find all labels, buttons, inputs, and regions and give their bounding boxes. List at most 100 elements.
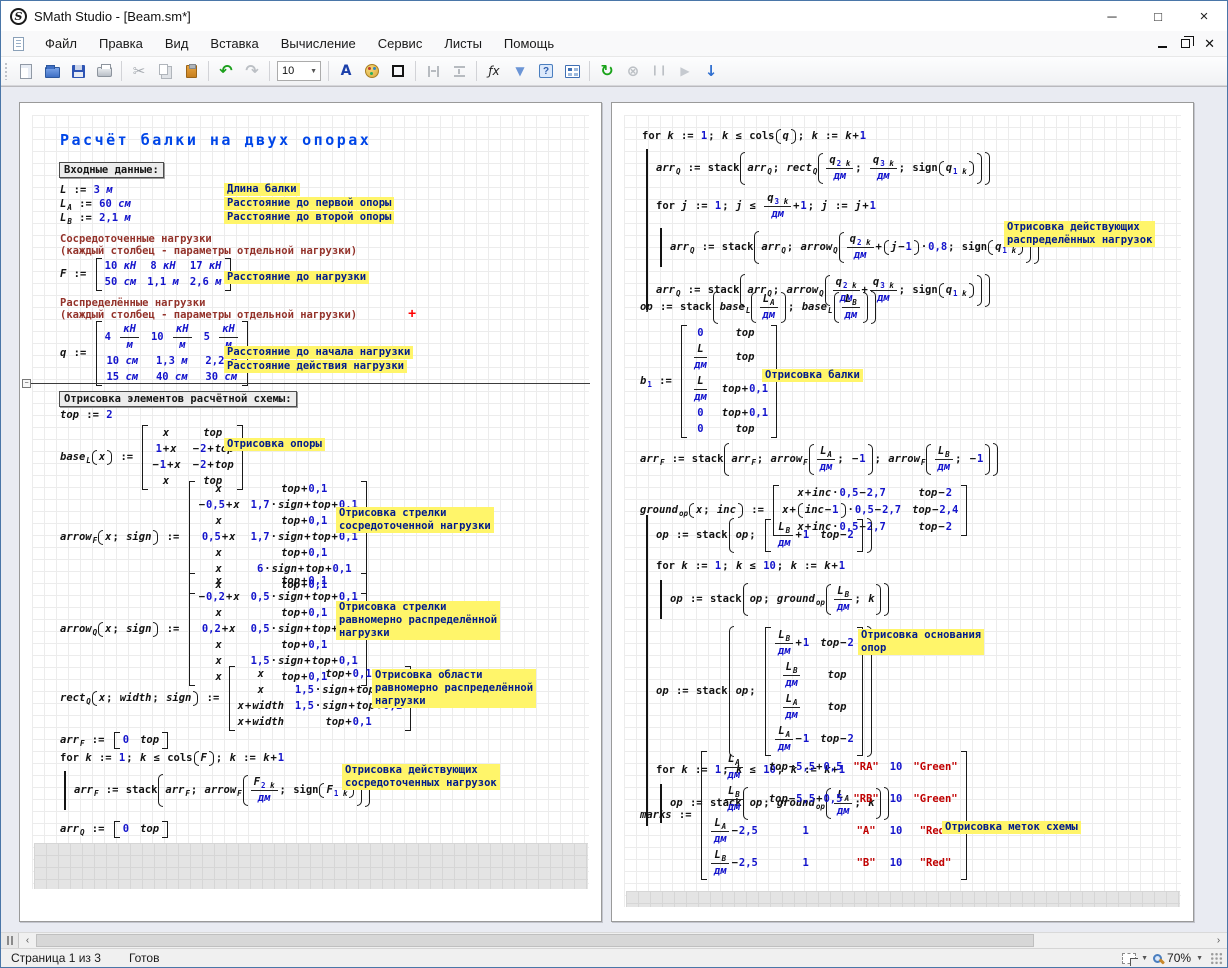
comment-region[interactable]: Отрисовка балки: [762, 369, 863, 382]
menu-item-6[interactable]: Листы: [433, 32, 493, 56]
worksheet-area[interactable]: Расчёт балки на двух опорах Входные данны…: [1, 86, 1227, 932]
align-h-button[interactable]: [421, 59, 445, 83]
comment-region[interactable]: Отрисовка областиравномерно распределённ…: [372, 669, 536, 708]
math-region[interactable]: LB := 2,1 м: [60, 212, 131, 225]
math-region[interactable]: LA := 60 см: [60, 198, 131, 211]
open-button[interactable]: [40, 59, 64, 83]
play-button[interactable]: ▶: [673, 59, 697, 83]
paste-button[interactable]: [179, 59, 203, 83]
math-region[interactable]: marks := LAдмtop−5,5+0,5"RA"10"Green"LBд…: [640, 751, 969, 880]
scrollbar-track[interactable]: [36, 933, 1210, 948]
text-region[interactable]: Распределённые нагрузки(каждый столбец -…: [60, 297, 357, 321]
filter-icon: ▼: [515, 65, 524, 77]
scrollbar-thumb[interactable]: [36, 934, 1034, 947]
mdi-restore-icon[interactable]: [1181, 39, 1190, 48]
page-layout-icon[interactable]: [1122, 953, 1136, 964]
background-button[interactable]: [360, 59, 384, 83]
comment-region[interactable]: Расстояние действия нагрузки: [224, 360, 407, 373]
math-region[interactable]: arrF := stackarrF; arrowFLAдм; −1; arrow…: [640, 443, 999, 476]
close-button[interactable]: ×: [1181, 1, 1227, 31]
zoom-icon[interactable]: [1153, 954, 1162, 963]
menu-item-2[interactable]: Вид: [154, 32, 200, 56]
layout-dropdown-icon[interactable]: ▼: [1141, 955, 1148, 962]
resize-grip[interactable]: [1210, 952, 1223, 965]
title-bar: S SMath Studio - [Beam.sm*] ─ □ ×: [1, 1, 1227, 31]
undo-button[interactable]: ↶: [214, 59, 238, 83]
text-region[interactable]: Сосредоточенные нагрузки(каждый столбец …: [60, 233, 357, 257]
math-region[interactable]: op := stackbaseLLAдм; baseLLBдм: [640, 291, 877, 324]
menu-item-5[interactable]: Сервис: [367, 32, 434, 56]
scroll-right-icon[interactable]: ›: [1210, 933, 1227, 948]
comment-region[interactable]: Отрисовка основанияопор: [858, 629, 984, 655]
doc-title-region[interactable]: Расчёт балки на двух опорах: [60, 131, 371, 149]
menu-item-3[interactable]: Вставка: [199, 32, 269, 56]
comment-region[interactable]: Расстояние до начала нагрузки: [224, 346, 413, 359]
collapse-toggle-icon[interactable]: −: [22, 379, 31, 388]
function-icon: ƒx: [488, 65, 499, 77]
math-region[interactable]: q := 4 кНм10 кНм5 кНм10 см1,3 м2,2 м15 с…: [60, 321, 250, 386]
font-size-combo[interactable]: 10▼: [277, 61, 321, 81]
redo-button[interactable]: ↷: [240, 59, 264, 83]
border-button[interactable]: [386, 59, 410, 83]
status-text: Готов: [129, 951, 160, 965]
menu-item-7[interactable]: Помощь: [493, 32, 565, 56]
font-color-button[interactable]: A: [334, 59, 358, 83]
mdi-minimize-icon[interactable]: [1158, 40, 1167, 48]
comment-region[interactable]: Расстояние до нагрузки: [224, 271, 369, 284]
font-size-value[interactable]: 10: [278, 65, 310, 77]
redo-icon: ↷: [245, 63, 258, 79]
comment-region[interactable]: Отрисовка стрелкисосредоточенной нагрузк…: [336, 507, 494, 533]
undo-icon: ↶: [219, 63, 232, 79]
new-button[interactable]: [14, 59, 38, 83]
math-region[interactable]: top := 2: [60, 409, 113, 422]
horizontal-scrollbar[interactable]: ‹ ›: [1, 932, 1227, 948]
page-2[interactable]: for k := 1; k ≤ colsq; k := k+1arrQ := s…: [611, 102, 1194, 922]
zoom-level[interactable]: 70%: [1167, 951, 1191, 965]
function-button[interactable]: ƒx: [482, 59, 506, 83]
mdi-close-icon[interactable]: ✕: [1204, 39, 1215, 49]
comment-region[interactable]: Расстояние до первой опоры: [224, 197, 394, 210]
page-footer-band: [626, 891, 1180, 907]
filter-button[interactable]: ▼: [508, 59, 532, 83]
comment-region[interactable]: Расстояние до второй опоры: [224, 211, 394, 224]
recalc-button[interactable]: ↻: [595, 59, 619, 83]
comment-region[interactable]: Длина балки: [224, 183, 300, 196]
update-button[interactable]: ↓: [699, 59, 723, 83]
menu-item-4[interactable]: Вычисление: [270, 32, 367, 56]
math-region[interactable]: arrQ := 0top: [60, 821, 170, 838]
math-region[interactable]: F := 10 кН8 кН17 кН50 см1,1 м2,6 м: [60, 258, 233, 291]
math-region[interactable]: L := 3 м: [60, 184, 113, 197]
cut-button[interactable]: ✂: [127, 59, 151, 83]
section-label[interactable]: Входные данные:: [59, 162, 164, 178]
comment-region[interactable]: Отрисовка действующихраспределённых нагр…: [1004, 221, 1155, 247]
math-region[interactable]: for k := 1; k ≤ colsq; k := k+1arrQ := s…: [642, 129, 1040, 310]
help-button[interactable]: ?: [534, 59, 558, 83]
scroll-left-icon[interactable]: ‹: [19, 933, 36, 948]
pause-button[interactable]: ❙❙: [647, 59, 671, 83]
math-region[interactable]: rectQx; width; sign := xtop+0,1x1,5·sign…: [60, 666, 413, 731]
stop-button[interactable]: ⊗: [621, 59, 645, 83]
math-region[interactable]: arrF := 0top: [60, 732, 170, 749]
insert-cursor: +: [408, 308, 416, 318]
align-v-button[interactable]: [447, 59, 471, 83]
save-button[interactable]: [66, 59, 90, 83]
section-label[interactable]: Отрисовка элементов расчётной схемы:: [59, 391, 297, 407]
comment-region[interactable]: Отрисовка опоры: [224, 438, 325, 451]
pane-splitter-icon[interactable]: [1, 933, 19, 948]
options-button[interactable]: [560, 59, 584, 83]
comment-region[interactable]: Отрисовка стрелкиравномерно распределённ…: [336, 601, 500, 640]
maximize-button[interactable]: □: [1135, 1, 1181, 31]
font-size-dropdown-icon[interactable]: ▼: [310, 68, 320, 75]
menu-item-0[interactable]: Файл: [34, 32, 88, 56]
math-region[interactable]: for k := 1; k ≤ colsF; k := k+1arrF := s…: [60, 751, 371, 810]
comment-region[interactable]: Отрисовка действующихсосредоточенных наг…: [342, 764, 500, 790]
zoom-dropdown-icon[interactable]: ▼: [1196, 955, 1203, 962]
math-region[interactable]: b1 := 0topLдмtopLдмtop+0,10top+0,10top: [640, 325, 779, 438]
page-1[interactable]: Расчёт балки на двух опорах Входные данны…: [19, 102, 602, 922]
minimize-button[interactable]: ─: [1089, 1, 1135, 31]
collapse-separator[interactable]: −: [22, 379, 590, 388]
comment-region[interactable]: Отрисовка меток схемы: [942, 821, 1081, 834]
print-button[interactable]: [92, 59, 116, 83]
menu-item-1[interactable]: Правка: [88, 32, 154, 56]
copy-button[interactable]: [153, 59, 177, 83]
